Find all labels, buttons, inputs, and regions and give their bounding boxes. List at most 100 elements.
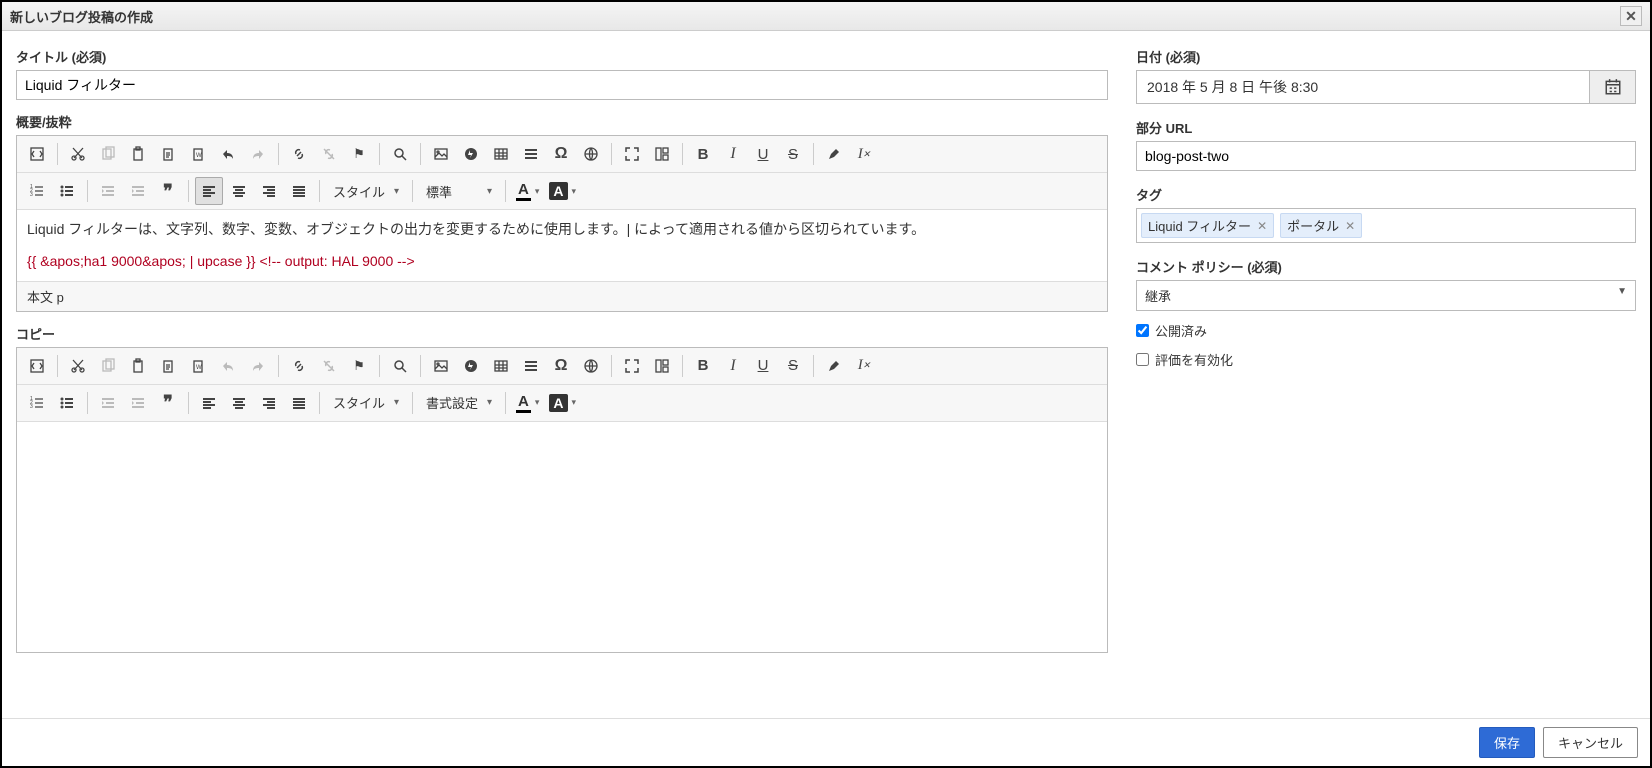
bgcolor-button[interactable]: A▾ [545,177,580,205]
align-right-icon[interactable] [255,177,283,205]
showblocks-icon[interactable] [648,352,676,380]
image-icon[interactable] [427,140,455,168]
italic-icon[interactable]: I [719,352,747,380]
style-select[interactable]: スタイル [326,389,406,417]
calendar-button[interactable] [1590,70,1636,104]
underline-icon[interactable]: U [749,352,777,380]
cut-icon[interactable] [64,140,92,168]
redo-icon[interactable] [244,352,272,380]
numberedlist-icon[interactable]: 123 [23,389,51,417]
save-button[interactable]: 保存 [1479,727,1535,758]
bulletlist-icon[interactable] [53,389,81,417]
summary-content[interactable]: Liquid フィルターは、文字列、数字、変数、オブジェクトの出力を変更するため… [17,210,1107,281]
align-left-icon[interactable] [195,389,223,417]
paste-icon[interactable] [124,352,152,380]
table-icon[interactable] [487,352,515,380]
paste-word-icon[interactable]: W [184,140,212,168]
iframe-icon[interactable] [577,352,605,380]
copy-icon[interactable] [94,140,122,168]
marker-icon[interactable] [820,140,848,168]
bgcolor-button[interactable]: A▾ [545,389,580,417]
strike-icon[interactable]: S [779,140,807,168]
scroll-container[interactable]: タイトル (必須) 概要/抜粋 W [2,31,1650,718]
source-icon[interactable] [23,352,51,380]
find-icon[interactable] [386,140,414,168]
link-icon[interactable] [285,140,313,168]
align-justify-icon[interactable] [285,177,313,205]
iframe-icon[interactable] [577,140,605,168]
find-icon[interactable] [386,352,414,380]
format-select[interactable]: 標準 [419,177,499,205]
align-center-icon[interactable] [225,389,253,417]
numberedlist-icon[interactable]: 123 [23,177,51,205]
align-left-icon[interactable] [195,177,223,205]
textcolor-button[interactable]: A▾ [512,389,543,417]
cut-icon[interactable] [64,352,92,380]
hr-icon[interactable] [517,352,545,380]
align-center-icon[interactable] [225,177,253,205]
underline-icon[interactable]: U [749,140,777,168]
published-checkbox[interactable] [1136,324,1149,337]
url-input[interactable] [1136,141,1636,171]
bold-icon[interactable]: B [689,140,717,168]
style-select[interactable]: スタイル [326,177,406,205]
textcolor-button[interactable]: A▾ [512,177,543,205]
bulletlist-icon[interactable] [53,177,81,205]
svg-text:3: 3 [30,192,33,198]
title-input[interactable] [16,70,1108,100]
unlink-icon[interactable] [315,140,343,168]
paste-word-icon[interactable]: W [184,352,212,380]
maximize-icon[interactable] [618,140,646,168]
tag-remove-icon[interactable]: ✕ [1345,219,1355,233]
align-justify-icon[interactable] [285,389,313,417]
blockquote-icon[interactable]: ❞ [154,389,182,417]
table-icon[interactable] [487,140,515,168]
undo-icon[interactable] [214,352,242,380]
undo-icon[interactable] [214,140,242,168]
copy-icon[interactable] [94,352,122,380]
bold-icon[interactable]: B [689,352,717,380]
cancel-button[interactable]: キャンセル [1543,727,1638,758]
image-icon[interactable] [427,352,455,380]
outdent-icon[interactable] [94,389,122,417]
tag-chip: Liquid フィルター✕ [1141,213,1274,238]
marker-icon[interactable] [820,352,848,380]
indent-icon[interactable] [124,177,152,205]
rating-checkbox[interactable] [1136,353,1149,366]
close-button[interactable]: ✕ [1620,6,1642,26]
source-icon[interactable] [23,140,51,168]
tag-remove-icon[interactable]: ✕ [1257,219,1267,233]
copy-content[interactable] [17,422,1107,652]
policy-select[interactable]: 継承 [1136,280,1636,311]
specialchar-icon[interactable]: Ω [547,352,575,380]
anchor-icon[interactable]: ⚑ [345,352,373,380]
align-right-icon[interactable] [255,389,283,417]
removeformat-icon[interactable]: I✕ [850,140,878,168]
outdent-icon[interactable] [94,177,122,205]
italic-icon[interactable]: I [719,140,747,168]
copy-editor: W ⚑ [16,347,1108,653]
flash-icon[interactable] [457,352,485,380]
tag-input[interactable]: Liquid フィルター✕ ポータル✕ [1136,208,1636,243]
removeformat-icon[interactable]: I✕ [850,352,878,380]
showblocks-icon[interactable] [648,140,676,168]
hr-icon[interactable] [517,140,545,168]
paste-icon[interactable] [124,140,152,168]
flash-icon[interactable] [457,140,485,168]
paste-text-icon[interactable] [154,352,182,380]
calendar-icon [1604,78,1622,96]
summary-label: 概要/抜粋 [16,112,1108,131]
link-icon[interactable] [285,352,313,380]
anchor-icon[interactable]: ⚑ [345,140,373,168]
format-select[interactable]: 書式設定 [419,389,499,417]
maximize-icon[interactable] [618,352,646,380]
unlink-icon[interactable] [315,352,343,380]
redo-icon[interactable] [244,140,272,168]
specialchar-icon[interactable]: Ω [547,140,575,168]
date-input[interactable]: 2018 年 5 月 8 日 午後 8:30 [1136,70,1590,104]
svg-text:W: W [196,365,202,371]
strike-icon[interactable]: S [779,352,807,380]
paste-text-icon[interactable] [154,140,182,168]
indent-icon[interactable] [124,389,152,417]
blockquote-icon[interactable]: ❞ [154,177,182,205]
